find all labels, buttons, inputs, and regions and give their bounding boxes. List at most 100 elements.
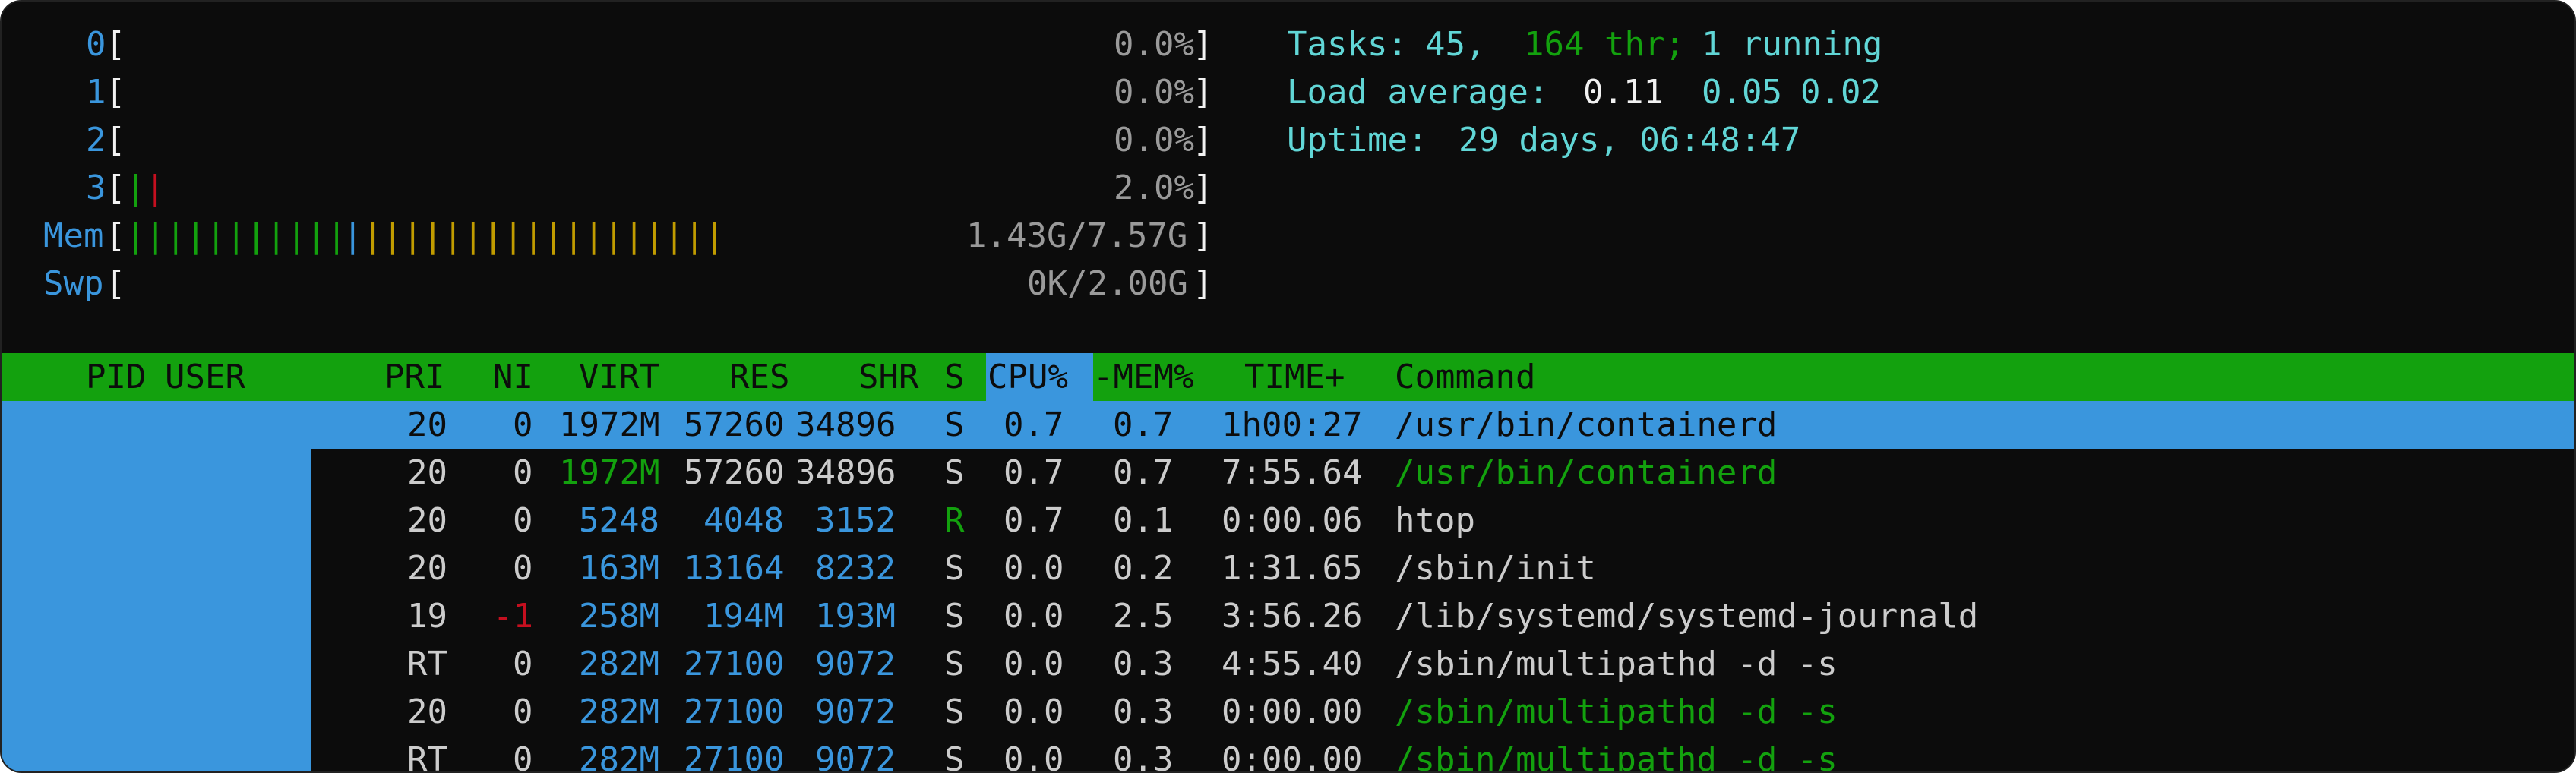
process-mem: 0.7 [1113,453,1174,492]
process-mem: 0.1 [1113,501,1174,540]
column-header-time[interactable]: TIME+ [1244,353,1345,401]
load-average-1min: 0.11 [1583,73,1664,112]
process-state: S [944,693,965,731]
process-res: 27100 [684,693,785,731]
memory-meter-value: 1.43G/7.57G [966,216,1188,255]
process-time: 4:55.40 [1222,645,1363,683]
process-cpu: 0.0 [1004,597,1064,636]
process-cpu: 0.0 [1004,549,1064,588]
process-row[interactable]: RT 0 282M 27100 9072 S 0.0 0.3 0:00.00 /… [2,736,2574,773]
process-shr: 9072 [815,740,896,773]
process-ni: 0 [513,740,533,773]
process-shr: 8232 [815,549,896,588]
cpu-meter-bar-normal: | [125,169,146,207]
column-header-state[interactable]: S [944,353,965,401]
column-header-user[interactable]: USER [165,353,245,401]
process-shr: 9072 [815,693,896,731]
process-command: htop [1395,501,1475,540]
process-shr: 34896 [795,405,896,444]
meter-bracket-open: [ [106,169,126,207]
process-command: /sbin/multipathd -d -s [1395,645,1838,683]
meter-bracket-close: ] [1193,169,1213,207]
process-ni: 0 [513,693,533,731]
process-state: S [944,405,965,444]
memory-meter: Mem [ ||||||||||| | |||||||||||||||||| 1… [2,212,2574,260]
process-row[interactable]: 20 0 5248 4048 3152 R 0.7 0.1 0:00.06 ht… [2,497,2574,544]
column-header-pri[interactable]: PRI [384,353,444,401]
meter-bracket-close: ] [1193,216,1213,255]
process-virt: 1972M [559,405,660,444]
process-command: /lib/systemd/systemd-journald [1395,597,1979,636]
column-header-shr[interactable]: SHR [858,353,918,401]
load-average-summary: Load average: 0.11 0.05 0.02 [2,68,2574,116]
uptime-label: Uptime: [1287,121,1428,159]
process-virt: 163M [579,549,659,588]
cpu-meter-bar-kernel: | [145,169,166,207]
process-time: 0:00.06 [1222,501,1363,540]
column-header-virt[interactable]: VIRT [579,353,659,401]
process-command-thread: /usr/bin/containerd [1395,453,1778,492]
process-command: /usr/bin/containerd [1395,405,1778,444]
process-cpu: 0.7 [1004,405,1064,444]
meter-bracket-open: [ [106,264,126,303]
process-row[interactable]: 19 -1 258M 194M 193M S 0.0 2.5 3:56.26 /… [2,592,2574,640]
process-state: S [944,597,965,636]
column-header-pid[interactable]: PID [86,353,146,401]
process-shr: 3152 [815,501,896,540]
process-row[interactable]: 20 0 163M 13164 8232 S 0.0 0.2 1:31.65 /… [2,544,2574,592]
threads-count: 164 thr; [1524,25,1685,64]
column-header-res[interactable]: RES [729,353,789,401]
process-cpu: 0.7 [1004,453,1064,492]
column-header: PID USER PRI NI VIRT RES SHR S CPU% -MEM… [2,353,2574,401]
process-cpu: 0.0 [1004,740,1064,773]
process-ni: 0 [513,645,533,683]
process-res: 194M [703,597,784,636]
process-row[interactable]: RT 0 282M 27100 9072 S 0.0 0.3 4:55.40 /… [2,640,2574,688]
column-header-ni[interactable]: NI [493,353,533,401]
process-res: 27100 [684,645,785,683]
process-state: S [944,740,965,773]
column-header-cpu[interactable]: CPU% [988,353,1068,401]
process-res: 57260 [684,453,785,492]
process-mem: 0.7 [1113,405,1174,444]
process-res: 13164 [684,549,785,588]
cpu-meter-label: 3 [86,169,106,207]
process-row[interactable]: 20 0 282M 27100 9072 S 0.0 0.3 0:00.00 /… [2,688,2574,736]
process-mem: 0.3 [1113,645,1174,683]
load-average-15min: 0.02 [1800,73,1881,112]
uptime-value: 29 days, 06:48:47 [1459,121,1801,159]
process-shr: 34896 [795,453,896,492]
process-virt: 1972M [559,453,660,492]
cpu-meter-3: 3 [ | | 2.0% ] [2,164,2574,212]
process-time: 1:31.65 [1222,549,1363,588]
process-time: 3:56.26 [1222,597,1363,636]
process-virt: 282M [579,693,659,731]
process-time: 7:55.64 [1222,453,1363,492]
process-virt: 5248 [579,501,659,540]
process-time: 0:00.00 [1222,740,1363,773]
process-pri: 20 [407,501,447,540]
process-command: /sbin/init [1395,549,1596,588]
column-header-command[interactable]: Command [1395,353,1535,401]
column-header-mem[interactable]: -MEM% [1093,353,1193,401]
process-pri: 19 [407,597,447,636]
tasks-count: 45, [1425,25,1486,64]
running-count: 1 running [1702,25,1883,64]
process-command-thread: /sbin/multipathd -d -s [1395,693,1838,731]
process-pri: 20 [407,405,447,444]
process-row-selected[interactable]: 20 0 1972M 57260 34896 S 0.7 0.7 1h00:27… [2,401,2574,449]
process-row[interactable]: 20 0 1972M 57260 34896 S 0.7 0.7 7:55.64… [2,449,2574,497]
process-cpu: 0.7 [1004,501,1064,540]
tasks-label: Tasks: [1287,25,1408,64]
tasks-summary: Tasks: 45, 164 thr; 1 running [2,21,2574,68]
process-res: 4048 [703,501,784,540]
process-state: S [944,645,965,683]
process-ni: 0 [513,453,533,492]
memory-bar-buffers: | [343,216,363,255]
memory-bar-cache: |||||||||||||||||| [362,216,725,255]
process-mem: 2.5 [1113,597,1174,636]
terminal-window[interactable]: 0 [ 0.0% ] 1 [ 0.0% ] 2 [ 0.0% ] 3 [ | |… [0,0,2576,773]
process-mem: 0.3 [1113,693,1174,731]
process-pri: 20 [407,693,447,731]
process-time: 1h00:27 [1222,405,1363,444]
